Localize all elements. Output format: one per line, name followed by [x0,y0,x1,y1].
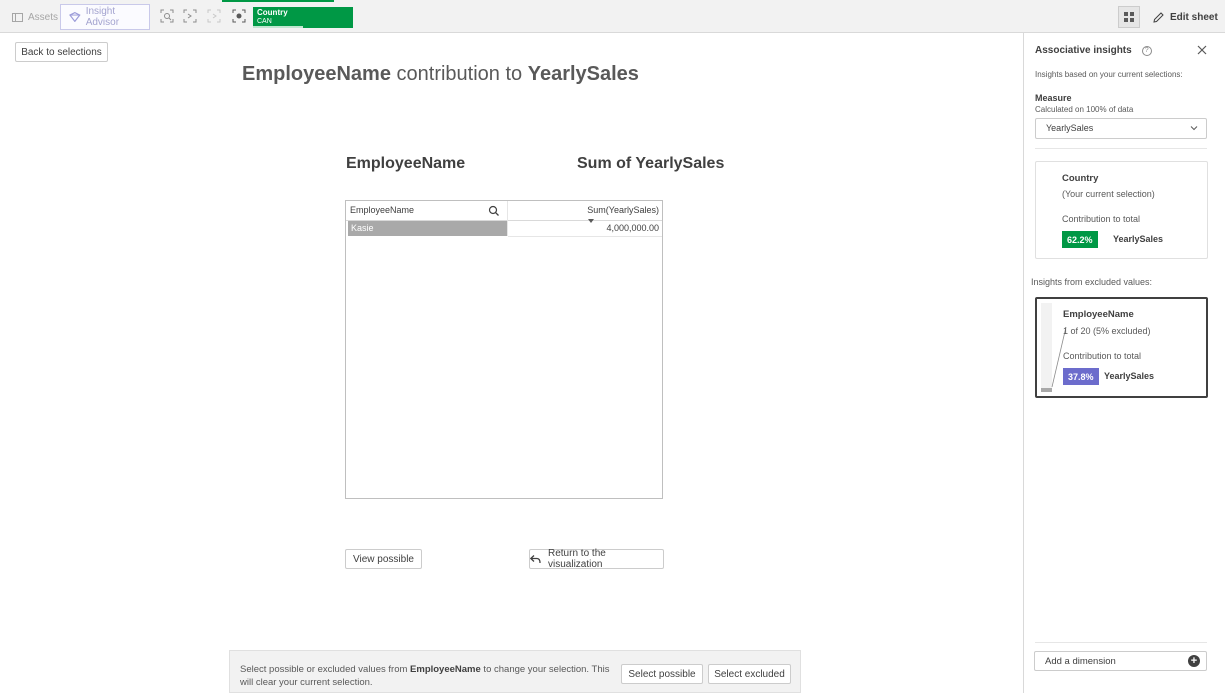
title-middle: contribution to [390,63,528,85]
header-measure[interactable]: Sum(YearlySales) [587,205,659,215]
search-icon[interactable] [487,204,501,218]
grid-icon [1124,12,1134,22]
dimension-column-heading: EmployeeName [346,155,466,172]
table-cell-value: 4,000,000.00 [606,223,659,233]
insight-card-country[interactable]: Country (Your current selection) Contrib… [1035,161,1208,259]
message-pre: Select possible or excluded values from [240,664,411,675]
selection-bar [253,26,303,28]
clear-selections-icon[interactable] [231,8,247,24]
close-icon[interactable] [1196,44,1208,56]
panel-title: Associative insights ? [1035,45,1152,56]
contribution-table: EmployeeName Sum(YearlySales) Kasie 4,00… [345,200,663,499]
assets-button[interactable]: Assets [8,4,60,30]
panel-title-text: Associative insights [1035,45,1132,56]
card-subheading: 1 of 20 (5% excluded) [1063,326,1151,336]
step-back-icon[interactable] [182,8,198,24]
select-possible-button[interactable]: Select possible [621,664,703,684]
title-measure: YearlySales [527,63,639,85]
measure-column-heading: Sum of YearlySales [577,155,725,172]
contribution-label: Contribution to total [1062,214,1141,224]
column-divider [507,201,508,236]
contribution-measure: YearlySales [1113,234,1164,244]
return-to-visualization-button[interactable]: Return to the visualization [529,548,664,570]
table-header: EmployeeName Sum(YearlySales) [346,201,662,221]
grid-view-button[interactable] [1118,6,1140,28]
plus-circle-icon: + [1188,655,1200,667]
view-possible-button[interactable]: View possible [345,549,422,569]
assets-icon [12,12,23,22]
add-dimension-label: Add a dimension [1045,656,1116,667]
calculation-note: Calculated on 100% of data [1035,105,1134,114]
selection-chip-country[interactable]: Country CAN [253,7,353,28]
card-subheading: (Your current selection) [1062,189,1155,199]
row-divider [508,236,662,237]
page-title: EmployeeName contribution to YearlySales [242,63,639,86]
divider [1035,642,1207,643]
top-toolbar: Assets Insight Advisor Country CAN Edit … [0,0,1225,33]
card-heading: EmployeeName [1063,309,1134,320]
insight-advisor-label: Insight Advisor [85,6,120,28]
insight-card-employee-name[interactable]: EmployeeName 1 of 20 (5% excluded) Contr… [1035,297,1208,398]
chevron-down-icon [1190,126,1198,131]
sort-down-icon[interactable] [588,219,594,223]
help-icon[interactable]: ? [1141,45,1152,56]
measure-dropdown-value: YearlySales [1046,123,1094,133]
back-to-selections-button[interactable]: Back to selections [15,42,108,62]
contribution-badge: 62.2% [1062,231,1098,248]
smart-search-icon[interactable] [159,8,175,24]
contribution-measure: YearlySales [1104,371,1155,381]
selection-message: Select possible or excluded values from … [240,663,620,689]
edit-sheet-label: Edit sheet [1170,11,1218,23]
contribution-label: Contribution to total [1063,351,1142,361]
insight-advisor-button[interactable]: Insight Advisor [60,4,150,30]
return-arrow-icon [530,554,541,563]
pencil-icon [1153,11,1164,23]
panel-subtitle: Insights based on your current selection… [1035,70,1183,79]
measure-dropdown[interactable]: YearlySales [1035,118,1207,139]
progress-indicator [222,0,334,2]
selection-value: CAN [257,18,272,25]
insight-advisor-icon [69,12,81,22]
step-forward-icon[interactable] [206,8,222,24]
edit-sheet-button[interactable]: Edit sheet [1152,6,1218,28]
table-row[interactable]: Kasie [348,221,507,236]
excluded-insights-title: Insights from excluded values: [1031,277,1153,287]
measure-label: Measure [1035,93,1072,103]
divider [1035,148,1207,149]
return-label: Return to the visualization [548,548,606,570]
selection-action-bar: Select possible or excluded values from … [229,650,801,693]
select-excluded-button[interactable]: Select excluded [708,664,791,684]
associative-insights-panel: Associative insights ? Insights based on… [1023,33,1225,693]
card-heading: Country [1062,173,1099,184]
assets-label: Assets [28,11,59,23]
title-dimension: EmployeeName [242,63,391,85]
selection-field: Country [257,8,288,17]
message-field: EmployeeName [410,664,481,675]
contribution-badge: 37.8% [1063,368,1099,385]
add-dimension-button[interactable]: Add a dimension + [1034,651,1207,671]
header-dimension[interactable]: EmployeeName [350,205,414,215]
